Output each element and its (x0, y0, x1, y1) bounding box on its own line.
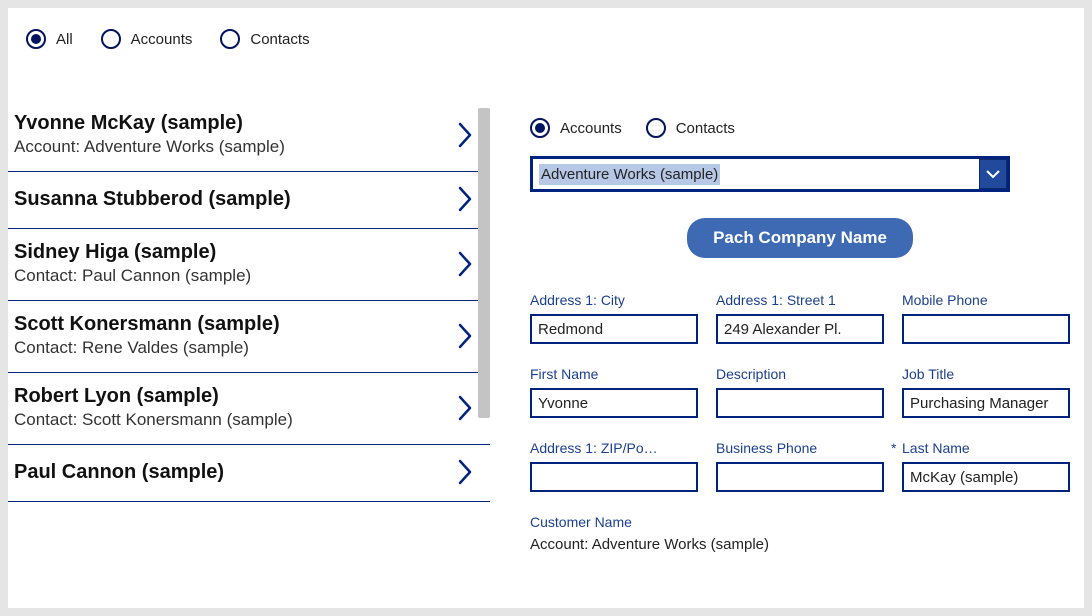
field-7: Business Phone (716, 440, 884, 492)
list-item-sub: Account: Adventure Works (sample) (14, 137, 285, 157)
top-filter-all[interactable]: All (26, 29, 73, 49)
list-item-sub: Contact: Scott Konersmann (sample) (14, 410, 293, 430)
field-6: Address 1: ZIP/Po… (530, 440, 698, 492)
chevron-right-icon (456, 321, 474, 351)
list-item[interactable]: Susanna Stubberod (sample) (8, 172, 490, 229)
field-input[interactable] (716, 462, 884, 492)
field-3: First Name (530, 366, 698, 418)
list-item-title: Yvonne McKay (sample) (14, 112, 285, 135)
radio-label: Contacts (250, 31, 309, 48)
list-pane: Yvonne McKay (sample)Account: Adventure … (8, 66, 490, 608)
chevron-right-icon (456, 249, 474, 279)
radio-icon (530, 118, 550, 138)
field-label: Address 1: ZIP/Po… (530, 440, 698, 456)
radio-icon (646, 118, 666, 138)
list-item[interactable]: Robert Lyon (sample)Contact: Scott Koner… (8, 373, 490, 445)
field-label: Address 1: City (530, 292, 698, 308)
account-combobox[interactable]: Adventure Works (sample) (530, 156, 1010, 192)
field-label: Mobile Phone (902, 292, 1070, 308)
list-item-title: Susanna Stubberod (sample) (14, 188, 291, 211)
detail-filter-bar: Accounts Contacts (530, 118, 1070, 138)
list-item-title: Sidney Higa (sample) (14, 241, 251, 264)
radio-icon (220, 29, 240, 49)
scrollbar-thumb[interactable] (478, 108, 490, 418)
columns: Yvonne McKay (sample)Account: Adventure … (8, 66, 1084, 608)
customer-name-value: Account: Adventure Works (sample) (530, 536, 1070, 553)
record-list: Yvonne McKay (sample)Account: Adventure … (8, 106, 490, 502)
field-input[interactable] (902, 462, 1070, 492)
radio-label: Accounts (131, 31, 193, 48)
detail-pane: Accounts Contacts Adventure Works (sample… (490, 66, 1084, 608)
list-item-text: Yvonne McKay (sample)Account: Adventure … (14, 112, 285, 157)
radio-icon (26, 29, 46, 49)
detail-filter-contacts[interactable]: Contacts (646, 118, 735, 138)
chevron-right-icon (456, 393, 474, 423)
customer-name-label: Customer Name (530, 514, 1070, 530)
top-filter-contacts[interactable]: Contacts (220, 29, 309, 49)
field-input[interactable] (716, 314, 884, 344)
list-item-text: Susanna Stubberod (sample) (14, 188, 291, 211)
field-8: *Last Name (902, 440, 1070, 492)
customer-name-block: Customer Name Account: Adventure Works (… (530, 514, 1070, 553)
list-item[interactable]: Sidney Higa (sample)Contact: Paul Cannon… (8, 229, 490, 301)
field-0: Address 1: City (530, 292, 698, 344)
top-filter-accounts[interactable]: Accounts (101, 29, 193, 49)
list-item-sub: Contact: Rene Valdes (sample) (14, 338, 280, 358)
field-5: Job Title (902, 366, 1070, 418)
field-label: Business Phone (716, 440, 884, 456)
field-label: First Name (530, 366, 698, 382)
field-label: Job Title (902, 366, 1070, 382)
field-input[interactable] (902, 314, 1070, 344)
list-item-sub: Contact: Paul Cannon (sample) (14, 266, 251, 286)
list-item-text: Paul Cannon (sample) (14, 461, 224, 484)
field-input[interactable] (530, 388, 698, 418)
detail-filter-accounts[interactable]: Accounts (530, 118, 622, 138)
field-label: Description (716, 366, 884, 382)
list-item-text: Scott Konersmann (sample)Contact: Rene V… (14, 313, 280, 358)
chevron-right-icon (456, 120, 474, 150)
list-item-title: Paul Cannon (sample) (14, 461, 224, 484)
list-item-title: Robert Lyon (sample) (14, 385, 293, 408)
field-4: Description (716, 366, 884, 418)
radio-label: Accounts (560, 120, 622, 137)
fields-grid: Address 1: City Address 1: Street 1 Mobile… (530, 292, 1070, 492)
chevron-right-icon (456, 457, 474, 487)
top-filter-bar: All Accounts Contacts (8, 8, 1084, 66)
app-frame: All Accounts Contacts Yvonne McKay (sample… (8, 8, 1084, 608)
radio-icon (101, 29, 121, 49)
chevron-down-icon[interactable] (979, 159, 1007, 189)
list-item[interactable]: Scott Konersmann (sample)Contact: Rene V… (8, 301, 490, 373)
list-item[interactable]: Paul Cannon (sample) (8, 445, 490, 502)
radio-label: All (56, 31, 73, 48)
field-input[interactable] (530, 314, 698, 344)
radio-label: Contacts (676, 120, 735, 137)
field-2: Mobile Phone (902, 292, 1070, 344)
list-item[interactable]: Yvonne McKay (sample)Account: Adventure … (8, 106, 490, 172)
field-label: Last Name (902, 440, 1070, 456)
required-marker: * (891, 440, 896, 456)
chevron-right-icon (456, 184, 474, 214)
account-combobox-value: Adventure Works (sample) (533, 159, 979, 189)
field-input[interactable] (530, 462, 698, 492)
field-input[interactable] (716, 388, 884, 418)
patch-company-name-button[interactable]: Pach Company Name (687, 218, 913, 258)
list-item-text: Sidney Higa (sample)Contact: Paul Cannon… (14, 241, 251, 286)
list-item-title: Scott Konersmann (sample) (14, 313, 280, 336)
list-item-text: Robert Lyon (sample)Contact: Scott Koner… (14, 385, 293, 430)
field-label: Address 1: Street 1 (716, 292, 884, 308)
field-1: Address 1: Street 1 (716, 292, 884, 344)
field-input[interactable] (902, 388, 1070, 418)
